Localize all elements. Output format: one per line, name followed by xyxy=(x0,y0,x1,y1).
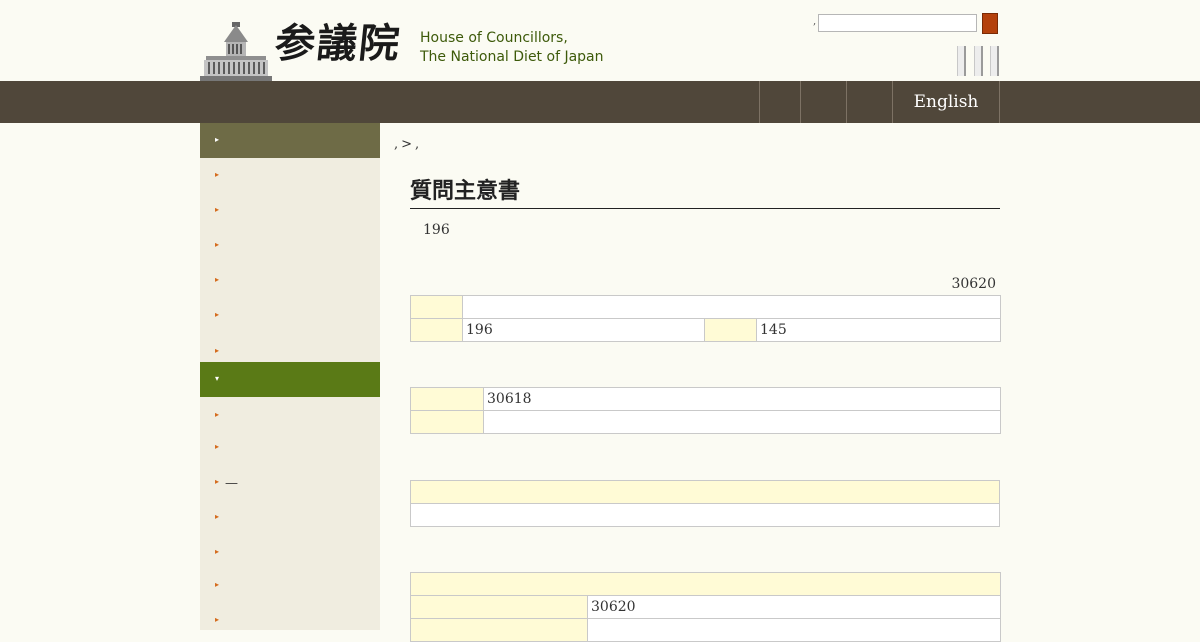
table-row xyxy=(410,503,1000,527)
table-row xyxy=(410,618,1001,642)
sidebar-item-2[interactable]: ▸ xyxy=(200,158,380,193)
site-header: 参議院 House of Councillors, The National D… xyxy=(0,0,1200,81)
label-cell xyxy=(704,318,757,342)
sidebar-subitem-1[interactable]: ▸ xyxy=(200,397,380,430)
arrow-right-icon: ▸ xyxy=(215,442,220,451)
header-cell xyxy=(410,572,1001,596)
question-info-table: 196 145 xyxy=(410,295,1002,342)
session-number: 196 xyxy=(423,222,450,238)
table-row xyxy=(410,480,1000,504)
label-cell xyxy=(410,595,588,619)
breadcrumb-separator: > xyxy=(401,137,413,152)
label-cell xyxy=(410,387,484,411)
arrow-right-icon: ▸ xyxy=(215,170,220,179)
header-cell xyxy=(410,480,1000,504)
value-cell xyxy=(483,410,1001,434)
arrow-right-icon: ▸ xyxy=(215,310,220,319)
nav-item-1[interactable] xyxy=(759,81,801,123)
submission-date: 30620 xyxy=(951,276,996,292)
search-button[interactable] xyxy=(982,13,998,34)
submitted-date-cell: 30618 xyxy=(483,387,1001,411)
label-cell xyxy=(410,318,463,342)
table-row: 30620 xyxy=(410,595,1001,619)
text-size-large-button[interactable] xyxy=(990,46,999,76)
session-value-cell: 196 xyxy=(462,318,705,342)
table-row xyxy=(410,410,1001,434)
arrow-right-icon: ▸ xyxy=(215,275,220,284)
sidebar: ▸ ▸ ▸ ▸ ▸ ▸ ▸ ▾ ▸ ▸ ▸ — ▸ ▸ ▸ ▸ xyxy=(200,123,380,630)
arrow-right-icon: ▸ xyxy=(215,346,220,355)
question-text-table xyxy=(410,480,1000,527)
nav-item-2[interactable] xyxy=(800,81,847,123)
table-row xyxy=(410,572,1001,596)
arrow-right-icon: ▸ xyxy=(215,615,220,624)
page-title: 質問主意書 xyxy=(410,175,1000,209)
sidebar-item-5[interactable]: ▸ xyxy=(200,263,380,298)
answer-date-cell: 30620 xyxy=(587,595,1001,619)
search-label: , xyxy=(813,16,817,27)
question-link-cell[interactable] xyxy=(410,503,1000,527)
search-input[interactable] xyxy=(818,14,977,32)
arrow-right-icon: ▸ xyxy=(215,240,220,249)
logo-english-line1: House of Councillors, xyxy=(420,30,568,46)
number-value-cell: 145 xyxy=(755,318,1002,342)
submission-table: 30618 xyxy=(410,387,1001,434)
arrow-right-icon: ▸ xyxy=(215,135,220,144)
sidebar-item-8-expanded[interactable]: ▾ xyxy=(200,362,380,397)
label-cell xyxy=(410,618,588,642)
global-navigation: English xyxy=(0,81,1200,123)
breadcrumb-current: , xyxy=(415,137,420,152)
sidebar-subitem-2[interactable]: ▸ xyxy=(200,430,380,465)
arrow-right-icon: ▸ xyxy=(215,580,220,589)
breadcrumb-link[interactable]: , xyxy=(394,137,398,152)
value-cell xyxy=(461,295,1002,319)
arrow-right-icon: ▸ xyxy=(215,410,220,419)
breadcrumb: , >, xyxy=(394,137,419,152)
sidebar-subitem-6[interactable]: ▸ xyxy=(200,568,380,603)
nav-item-3[interactable] xyxy=(846,81,893,123)
logo-kanji-wordmark[interactable]: 参議院 xyxy=(272,20,404,68)
arrow-right-icon: ▸ xyxy=(215,512,220,521)
arrow-down-icon: ▾ xyxy=(215,374,220,383)
table-row: 196 145 xyxy=(410,318,1002,342)
label-cell xyxy=(410,410,484,434)
text-size-medium-button[interactable] xyxy=(974,46,983,76)
table-row xyxy=(410,295,1002,319)
diet-building-logo[interactable] xyxy=(200,22,272,81)
arrow-right-icon: ▸ xyxy=(215,547,220,556)
value-cell xyxy=(587,618,1001,642)
sidebar-subitem-5[interactable]: ▸ xyxy=(200,535,380,568)
sidebar-item-7[interactable]: ▸ xyxy=(200,333,380,362)
sidebar-dash-text: — xyxy=(225,476,238,491)
logo-english-line2: The National Diet of Japan xyxy=(420,49,604,65)
sidebar-item-1[interactable]: ▸ xyxy=(200,123,380,158)
arrow-right-icon: ▸ xyxy=(215,477,220,486)
sidebar-subitem-7[interactable]: ▸ xyxy=(200,603,380,630)
logo-english-text: House of Councillors, The National Diet … xyxy=(420,29,604,67)
sidebar-item-4[interactable]: ▸ xyxy=(200,228,380,263)
label-cell xyxy=(410,295,463,319)
sidebar-subitem-4[interactable]: ▸ xyxy=(200,500,380,535)
sidebar-item-6[interactable]: ▸ xyxy=(200,298,380,333)
arrow-right-icon: ▸ xyxy=(215,205,220,214)
sidebar-item-3[interactable]: ▸ xyxy=(200,193,380,228)
sidebar-subitem-3[interactable]: ▸ — xyxy=(200,465,380,500)
answer-table: 30620 xyxy=(410,572,1001,642)
table-row: 30618 xyxy=(410,387,1001,411)
nav-item-english[interactable]: English xyxy=(892,81,1000,123)
text-size-small-button[interactable] xyxy=(957,46,966,76)
